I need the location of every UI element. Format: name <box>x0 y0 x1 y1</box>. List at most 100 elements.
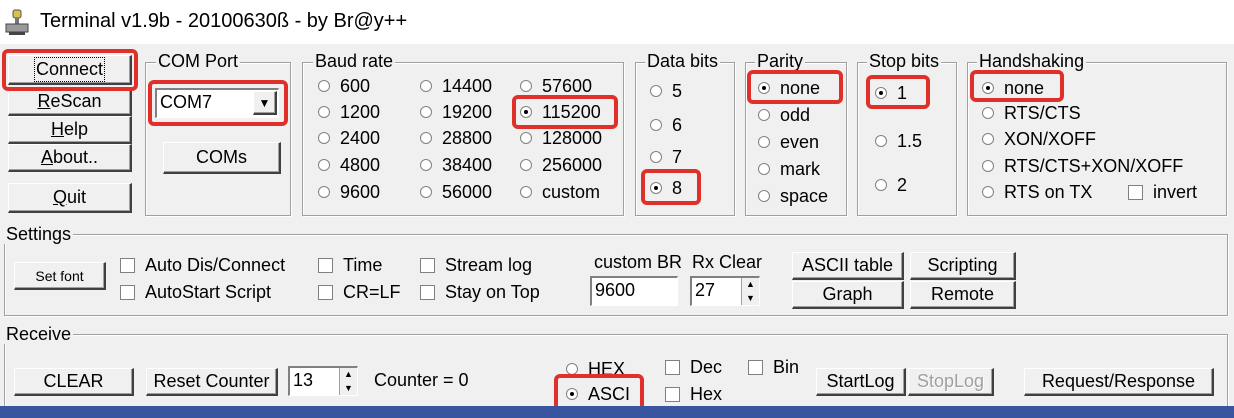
ascii-table-button[interactable]: ASCII table <box>792 252 904 280</box>
baud-128000-radio[interactable]: 128000 <box>520 127 602 149</box>
parity-even-radio[interactable]: even <box>758 131 819 153</box>
dec-checkbox[interactable]: Dec <box>665 356 722 378</box>
parity-mark-radio[interactable]: mark <box>758 158 820 180</box>
baud-4800-radio[interactable]: 4800 <box>318 154 380 176</box>
baud-28800-radio[interactable]: 28800 <box>420 127 492 149</box>
radio-indicator <box>982 82 994 94</box>
coms-button[interactable]: COMs <box>163 142 281 174</box>
baud-2400-radio[interactable]: 2400 <box>318 127 380 149</box>
baud-14400-radio[interactable]: 14400 <box>420 75 492 97</box>
handshaking-rts-cts-radio[interactable]: RTS/CTS <box>982 102 1081 124</box>
baud-57600-radio[interactable]: 57600 <box>520 75 592 97</box>
data-bits-6-radio[interactable]: 6 <box>650 114 682 136</box>
baud-custom-radio[interactable]: custom <box>520 181 600 203</box>
handshaking-none-radio[interactable]: none <box>982 77 1044 99</box>
rx-clear-stepper[interactable]: 27 ▲ ▼ <box>690 276 760 306</box>
window-title: Terminal v1.9b - 20100630ß - by Br@y++ <box>40 10 408 32</box>
bin-checkbox[interactable]: Bin <box>748 356 799 378</box>
help-button[interactable]: Help <box>8 116 132 144</box>
control-caption: Graph <box>822 284 873 304</box>
spin-arrows-icon[interactable]: ▲ ▼ <box>339 368 357 395</box>
request-response-button[interactable]: Request/Response <box>1024 368 1214 396</box>
radio-indicator <box>650 119 662 131</box>
option-label: Dec <box>690 356 723 377</box>
control-caption: 13 <box>293 370 314 390</box>
auto-dis-connect-checkbox[interactable]: Auto Dis/Connect <box>120 254 285 276</box>
baud-256000-radio[interactable]: 256000 <box>520 154 602 176</box>
option-label: 128000 <box>542 127 603 148</box>
radio-indicator <box>650 182 662 194</box>
spin-arrow-icon: ▲ <box>746 279 755 290</box>
set-font-button[interactable]: Set font <box>14 262 106 290</box>
stoplog-button[interactable]: StopLog <box>908 368 994 396</box>
option-label: 14400 <box>442 75 493 96</box>
spin-arrows-icon[interactable]: ▲ ▼ <box>741 278 759 305</box>
data-bits-8-radio[interactable]: 8 <box>650 177 682 199</box>
radio-indicator <box>318 80 330 92</box>
receive-label: Receive <box>4 324 74 344</box>
baud-38400-radio[interactable]: 38400 <box>420 154 492 176</box>
invert-checkbox[interactable]: invert <box>1128 181 1197 203</box>
data-bits-5-radio[interactable]: 5 <box>650 80 682 102</box>
counter-stepper[interactable]: 13 ▲ ▼ <box>288 366 358 396</box>
clear-button[interactable]: CLEAR <box>14 368 134 396</box>
option-label: 256000 <box>542 154 603 175</box>
about-button[interactable]: About.. <box>8 144 132 172</box>
option-label: odd <box>780 104 811 125</box>
option-label: 4800 <box>340 154 381 175</box>
ascii-radio[interactable]: ASCI <box>566 383 630 405</box>
control-caption: 9600 <box>595 280 636 300</box>
option-label: 1 <box>897 82 908 103</box>
autostart-script-checkbox[interactable]: AutoStart Script <box>120 281 271 303</box>
chevron-down-icon[interactable]: ▼ <box>253 91 277 115</box>
parity-odd-radio[interactable]: odd <box>758 104 810 126</box>
baud-115200-radio[interactable]: 115200 <box>520 101 601 123</box>
stream-log-checkbox[interactable]: Stream log <box>420 254 532 276</box>
custom-br-input[interactable]: 9600 <box>590 276 678 306</box>
hex-checkbox[interactable]: Hex <box>665 383 722 405</box>
checkbox-box <box>120 284 135 300</box>
option-label: 56000 <box>442 181 493 202</box>
parity-space-radio[interactable]: space <box>758 185 828 207</box>
control-caption: eScan <box>50 91 102 111</box>
stay-on-top-checkbox[interactable]: Stay on Top <box>420 281 540 303</box>
hex-radio[interactable]: HEX <box>566 358 625 380</box>
option-label: 115200 <box>542 101 601 122</box>
stop-bits-1-5-radio[interactable]: 1.5 <box>875 130 922 152</box>
handshaking-rts-on-tx-radio[interactable]: RTS on TX <box>982 181 1092 203</box>
option-label: 5 <box>672 80 683 101</box>
parity-none-radio[interactable]: none <box>758 77 820 99</box>
scripting-button[interactable]: Scripting <box>910 252 1016 280</box>
rescan-button[interactable]: ReScan <box>8 88 132 116</box>
stop-bits-1-radio[interactable]: 1 <box>875 82 907 104</box>
option-label: 6 <box>672 114 683 135</box>
radio-indicator <box>982 160 994 172</box>
baud-56000-radio[interactable]: 56000 <box>420 181 492 203</box>
stop-bits-2-radio[interactable]: 2 <box>875 174 907 196</box>
time-checkbox[interactable]: Time <box>318 254 382 276</box>
handshaking-rts-cts-xon-xoff-radio[interactable]: RTS/CTS+XON/XOFF <box>982 155 1183 177</box>
baud-600-radio[interactable]: 600 <box>318 75 370 97</box>
option-label: space <box>780 185 829 206</box>
connect-button[interactable]: Connect <box>8 55 132 85</box>
baud-1200-radio[interactable]: 1200 <box>318 101 380 123</box>
radio-indicator <box>758 82 770 94</box>
data-bits-7-radio[interactable]: 7 <box>650 146 682 168</box>
control-caption: Connect <box>33 57 106 82</box>
baud-9600-radio[interactable]: 9600 <box>318 181 380 203</box>
reset-counter-button[interactable]: Reset Counter <box>146 368 278 396</box>
quit-button[interactable]: Quit <box>8 183 132 213</box>
radio-indicator <box>758 136 770 148</box>
control-caption: 27 <box>695 280 716 300</box>
com-port-label: COM Port <box>156 51 241 71</box>
option-label: mark <box>780 158 820 179</box>
radio-indicator <box>566 363 578 375</box>
cr-lf-checkbox[interactable]: CR=LF <box>318 281 401 303</box>
handshaking-xon-xoff-radio[interactable]: XON/XOFF <box>982 128 1096 150</box>
startlog-button[interactable]: StartLog <box>816 368 906 396</box>
com-port-select[interactable]: COM7 ▼ <box>155 88 279 118</box>
remote-button[interactable]: Remote <box>910 281 1016 309</box>
graph-button[interactable]: Graph <box>792 281 904 309</box>
baud-19200-radio[interactable]: 19200 <box>420 101 492 123</box>
control-caption: COM7 <box>160 92 213 112</box>
